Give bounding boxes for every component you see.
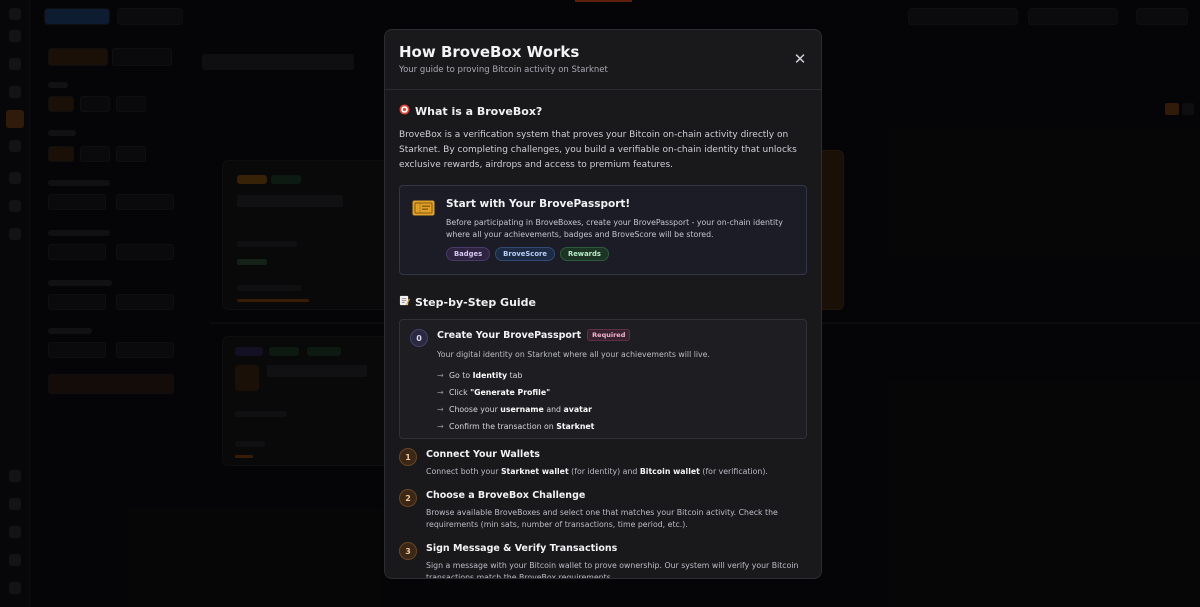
section-heading: What is a BroveBox? [399,104,807,118]
step-description: Sign a message with your Bitcoin wallet … [426,561,799,579]
brovepassport-callout: Start with Your BrovePassport! Before pa… [399,185,807,275]
step-description: Browse available BroveBoxes and select o… [426,508,778,529]
modal-header: How BroveBox Works Your guide to proving… [385,30,821,90]
memo-icon [399,295,410,309]
arrow-right-icon: → [437,371,444,380]
step-number: 1 [399,448,417,466]
step-3: 3 Sign Message & Verify Transactions Sig… [399,542,807,579]
target-icon [399,104,410,118]
modal-subtitle: Your guide to proving Bitcoin activity o… [399,65,608,75]
substep-list: → Go to Identity tab → Click "Generate P… [437,367,796,435]
step-description: Connect both your Starknet wallet (for i… [426,467,768,476]
modal-body: What is a BroveBox? BroveBox is a verifi… [385,90,821,579]
step-description: Your digital identity on Starknet where … [437,350,710,359]
brovescore-chip: BroveScore [495,247,555,261]
step-title: Connect Your Wallets [426,449,540,460]
step-title: Create Your BrovePassport Required [437,329,796,341]
guide-heading: Step-by-Step Guide [415,295,536,309]
step-0-card: 0 Create Your BrovePassport Required You… [399,319,807,439]
step-title: Sign Message & Verify Transactions [426,543,618,554]
step-number: 2 [399,489,417,507]
close-icon[interactable]: ✕ [793,52,807,67]
rewards-chip: Rewards [559,247,609,261]
what-is-heading: What is a BroveBox? [415,104,543,118]
step-2: 2 Choose a BroveBox Challenge Browse ava… [399,489,807,531]
passport-text: Before participating in BroveBoxes, crea… [446,218,783,239]
substep: → Go to Identity tab [437,371,523,380]
step-1: 1 Connect Your Wallets Connect both your… [399,448,807,478]
arrow-right-icon: → [437,422,444,431]
badges-chip: Badges [446,247,491,261]
required-badge: Required [587,329,631,341]
passport-chips: Badges BroveScore Rewards [446,247,794,261]
what-is-paragraph: BroveBox is a verification system that p… [399,130,797,170]
substep: → Confirm the transaction on Starknet [437,422,595,431]
step-number: 3 [399,542,417,560]
modal-title: How BroveBox Works [399,43,580,61]
arrow-right-icon: → [437,405,444,414]
ticket-icon [412,200,435,216]
step-title: Choose a BroveBox Challenge [426,490,586,501]
substep: → Click "Generate Profile" [437,388,551,397]
section-heading: Step-by-Step Guide [399,295,807,309]
how-it-works-modal: How BroveBox Works Your guide to proving… [384,29,822,579]
arrow-right-icon: → [437,388,444,397]
passport-title: Start with Your BrovePassport! [446,198,631,210]
step-number: 0 [410,329,428,347]
substep: → Choose your username and avatar [437,405,592,414]
